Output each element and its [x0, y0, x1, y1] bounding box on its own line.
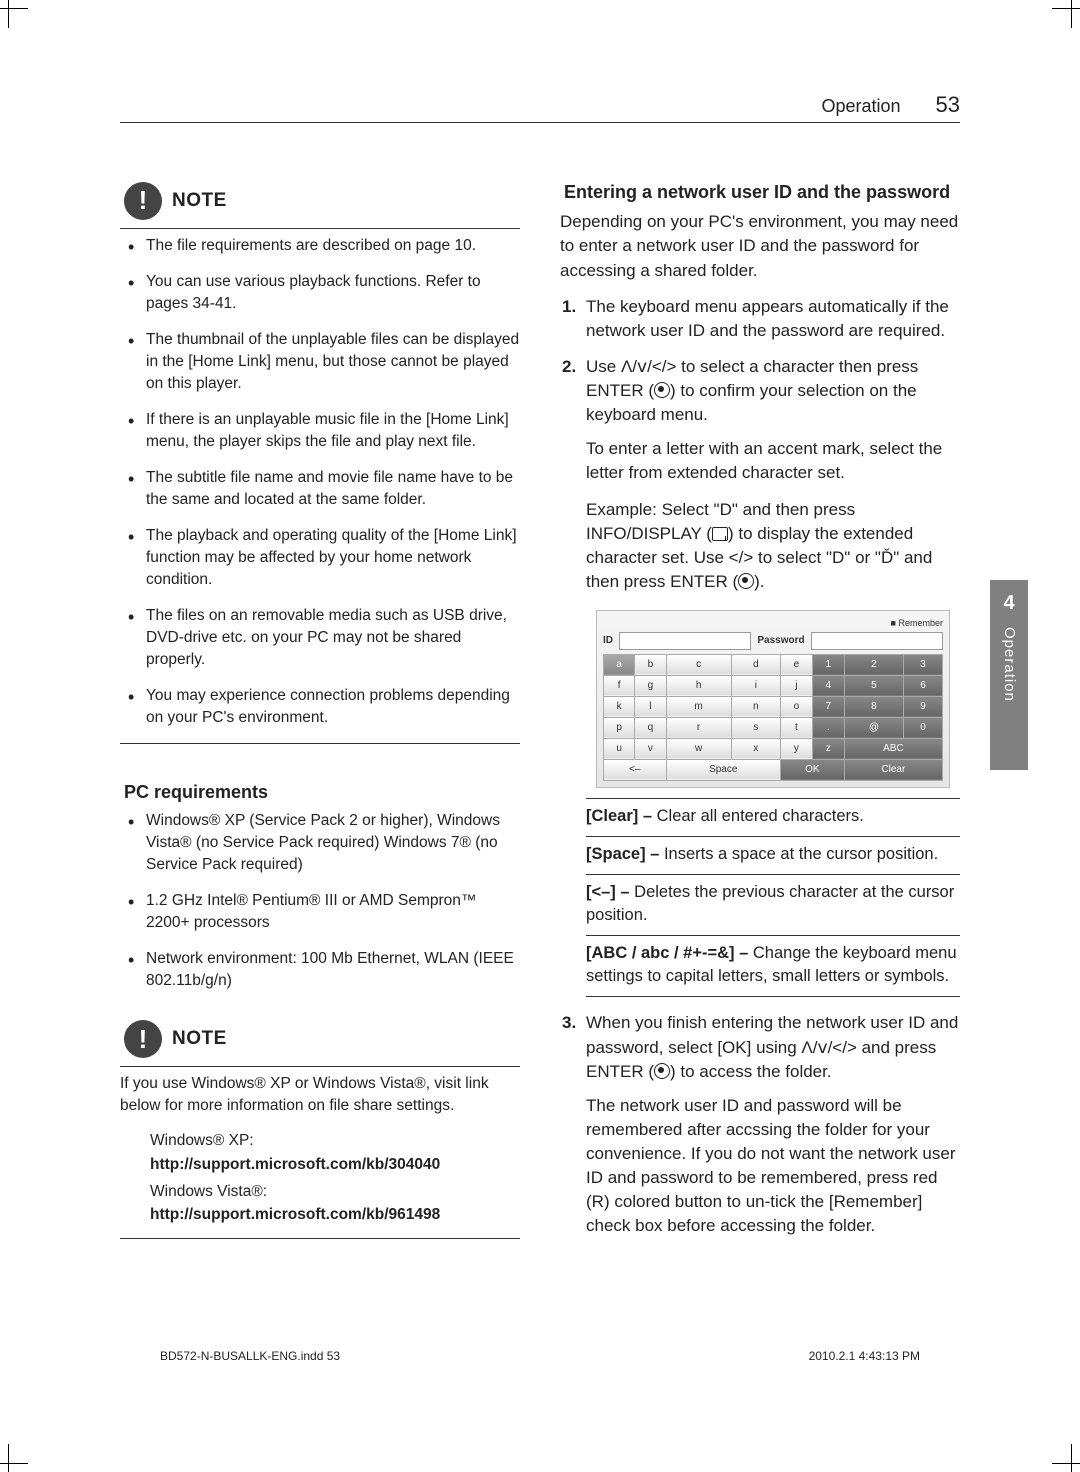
- header-rule: [120, 122, 960, 123]
- enter-icon: [654, 382, 670, 398]
- steps-list: The keyboard menu appears automatically …: [560, 295, 960, 1239]
- note-label: NOTE: [172, 188, 227, 214]
- divider: [120, 228, 520, 229]
- note-header: ! NOTE: [124, 182, 520, 220]
- step-2: Use Λ/ⅴ/</> to select a character then p…: [586, 355, 960, 997]
- step-sub: To enter a letter with an accent mark, s…: [586, 437, 960, 485]
- kb-key-grid: abcde123fghij456klmno789pqrst.@0uvwxyzAB…: [603, 654, 943, 781]
- step-sub: Example: Select "D" and then press INFO/…: [586, 498, 960, 595]
- list-item: If there is an unplayable music file in …: [146, 409, 520, 453]
- kb-id-field: [619, 632, 751, 650]
- note-icon: !: [124, 1020, 162, 1058]
- list-item: 1.2 GHz Intel® Pentium® III or AMD Sempr…: [146, 890, 520, 934]
- footer-timestamp: 2010.2.1 4:43:13 PM: [809, 1348, 920, 1364]
- step-text: When you finish entering the network use…: [586, 1013, 958, 1080]
- list-item: You can use various playback functions. …: [146, 271, 520, 315]
- def-backspace: [<–] – Deletes the previous character at…: [586, 874, 960, 935]
- note-intro: If you use Windows® XP or Windows Vista®…: [120, 1073, 520, 1117]
- cropmark: [8, 1444, 9, 1472]
- list-item: Network environment: 100 Mb Ethernet, WL…: [146, 948, 520, 992]
- cropmark: [1071, 0, 1072, 28]
- key-definitions: [Clear] – Clear all entered characters. …: [586, 798, 960, 998]
- list-item: The file requirements are described on p…: [146, 235, 520, 257]
- def-space: [Space] – Inserts a space at the cursor …: [586, 836, 960, 874]
- link-vista-label: Windows Vista®:: [150, 1180, 520, 1203]
- kb-id-label: ID: [603, 634, 613, 648]
- list-item: The thumbnail of the unplayable files ca…: [146, 329, 520, 395]
- document-sheet: Operation 53 4 Operation ! NOTE The file…: [100, 50, 980, 1370]
- divider: [120, 1238, 520, 1239]
- display-icon: [712, 527, 728, 541]
- step-3: When you finish entering the network use…: [586, 1011, 960, 1238]
- link-xp-url: http://support.microsoft.com/kb/304040: [150, 1153, 520, 1176]
- footer-filename: BD572-N-BUSALLK-ENG.indd 53: [160, 1348, 340, 1364]
- step-1: The keyboard menu appears automatically …: [586, 295, 960, 343]
- list-item: The playback and operating quality of th…: [146, 525, 520, 591]
- def-clear: [Clear] – Clear all entered characters.: [586, 798, 960, 836]
- step-sub: The network user ID and password will be…: [586, 1094, 960, 1239]
- kb-password-field: [811, 632, 943, 650]
- cropmark: [1052, 8, 1080, 9]
- step-text: Use Λ/ⅴ/</> to select a character then p…: [586, 357, 918, 424]
- list-item: The files on an removable media such as …: [146, 605, 520, 671]
- cropmark: [0, 8, 28, 9]
- chapter-number: 4: [1003, 590, 1014, 617]
- left-column: ! NOTE The file requirements are describ…: [120, 180, 520, 1310]
- cropmark: [8, 0, 9, 28]
- note-label: NOTE: [172, 1026, 227, 1052]
- right-column: Entering a network user ID and the passw…: [560, 180, 960, 1310]
- cropmark: [1071, 1444, 1072, 1472]
- note-bullet-list: The file requirements are described on p…: [120, 235, 520, 729]
- pc-requirements-list: Windows® XP (Service Pack 2 or higher), …: [120, 810, 520, 992]
- link-vista-url: http://support.microsoft.com/kb/961498: [150, 1203, 520, 1226]
- page-scan: Operation 53 4 Operation ! NOTE The file…: [0, 0, 1080, 1472]
- kb-password-label: Password: [757, 634, 804, 648]
- running-header: Operation 53: [821, 90, 960, 120]
- chapter-tab: 4 Operation: [990, 580, 1028, 770]
- link-block: Windows® XP: http://support.microsoft.co…: [150, 1129, 520, 1226]
- link-xp-label: Windows® XP:: [150, 1129, 520, 1152]
- cropmark: [0, 1463, 28, 1464]
- chapter-label: Operation: [999, 627, 1019, 702]
- enter-icon: [654, 1063, 670, 1079]
- enter-icon: [738, 573, 754, 589]
- onscreen-keyboard-illustration: ■ Remember ID Password abcde123fghij456k…: [596, 610, 950, 788]
- entering-id-heading: Entering a network user ID and the passw…: [564, 180, 960, 204]
- list-item: You may experience connection problems d…: [146, 685, 520, 729]
- section-name: Operation: [821, 96, 900, 116]
- pc-requirements-heading: PC requirements: [124, 780, 520, 804]
- list-item: The subtitle file name and movie file na…: [146, 467, 520, 511]
- kb-remember: ■ Remember: [603, 617, 949, 630]
- page-footer: BD572-N-BUSALLK-ENG.indd 53 2010.2.1 4:4…: [160, 1348, 920, 1364]
- cropmark: [1052, 1463, 1080, 1464]
- divider: [120, 1066, 520, 1067]
- def-abc: [ABC / abc / #+-=&] – Change the keyboar…: [586, 935, 960, 997]
- note-header: ! NOTE: [124, 1020, 520, 1058]
- divider: [120, 743, 520, 744]
- step-text: The keyboard menu appears automatically …: [586, 297, 949, 340]
- intro-paragraph: Depending on your PC's environment, you …: [560, 210, 960, 282]
- page-number: 53: [936, 90, 960, 120]
- note-icon: !: [124, 182, 162, 220]
- list-item: Windows® XP (Service Pack 2 or higher), …: [146, 810, 520, 876]
